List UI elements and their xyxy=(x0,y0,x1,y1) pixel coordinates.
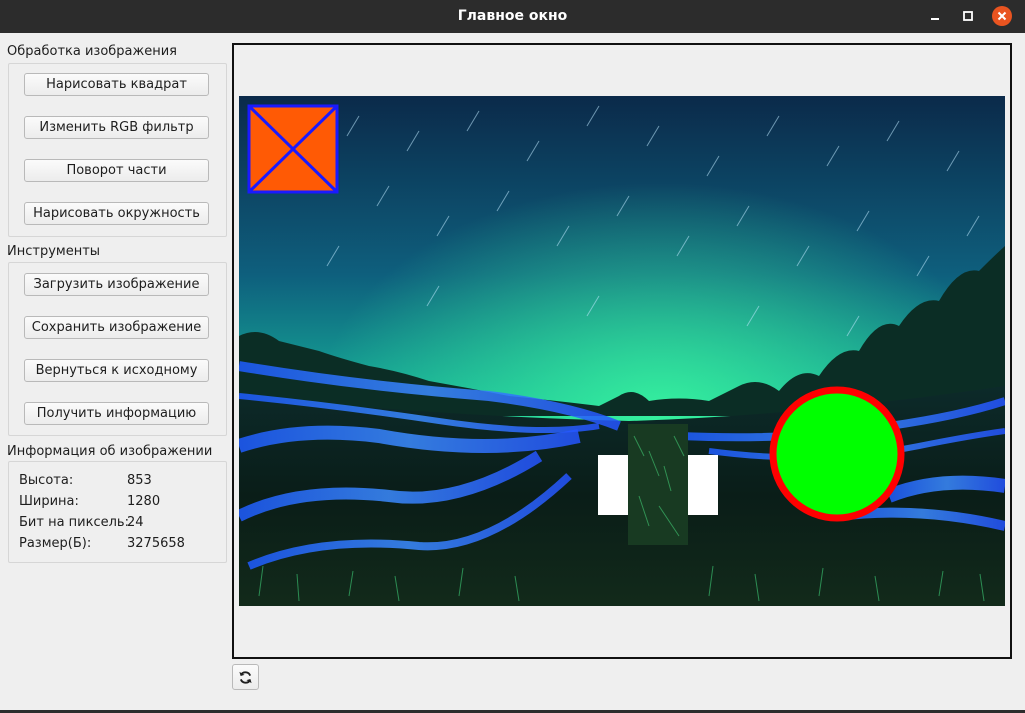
tools-group-label: Инструменты xyxy=(7,244,101,259)
drawn-circle xyxy=(769,386,905,522)
image-preview xyxy=(239,96,1005,606)
rotate-part-button[interactable]: Поворот части xyxy=(24,159,209,182)
rgb-filter-button[interactable]: Изменить RGB фильтр xyxy=(24,116,209,139)
bpp-value: 24 xyxy=(127,515,144,530)
window-title: Главное окно xyxy=(457,8,568,24)
bpp-label: Бит на пиксель: xyxy=(19,515,129,530)
minimize-button[interactable] xyxy=(925,6,945,26)
refresh-button[interactable] xyxy=(232,664,259,690)
height-label: Высота: xyxy=(19,473,74,488)
draw-circle-button[interactable]: Нарисовать окружность xyxy=(24,202,209,225)
get-info-button[interactable]: Получить информацию xyxy=(24,402,209,425)
save-image-button[interactable]: Сохранить изображение xyxy=(24,316,209,339)
rotated-part-gap-left xyxy=(598,455,628,515)
width-label: Ширина: xyxy=(19,494,79,509)
restore-original-button[interactable]: Вернуться к исходному xyxy=(24,359,209,382)
refresh-icon xyxy=(239,671,252,684)
close-icon xyxy=(997,11,1007,21)
processing-group-label: Обработка изображения xyxy=(7,44,177,59)
minimize-icon xyxy=(931,18,939,20)
maximize-icon xyxy=(963,11,973,21)
close-button[interactable] xyxy=(992,6,1012,26)
height-value: 853 xyxy=(127,473,152,488)
rotated-part-gap-right xyxy=(688,455,718,515)
info-group-label: Информация об изображении xyxy=(7,444,213,459)
draw-square-button[interactable]: Нарисовать квадрат xyxy=(24,73,209,96)
width-value: 1280 xyxy=(127,494,161,509)
size-value: 3275658 xyxy=(127,536,185,551)
title-bar: Главное окно xyxy=(0,0,1025,33)
maximize-button[interactable] xyxy=(958,6,978,26)
size-label: Размер(Б): xyxy=(19,536,92,551)
load-image-button[interactable]: Загрузить изображение xyxy=(24,273,209,296)
